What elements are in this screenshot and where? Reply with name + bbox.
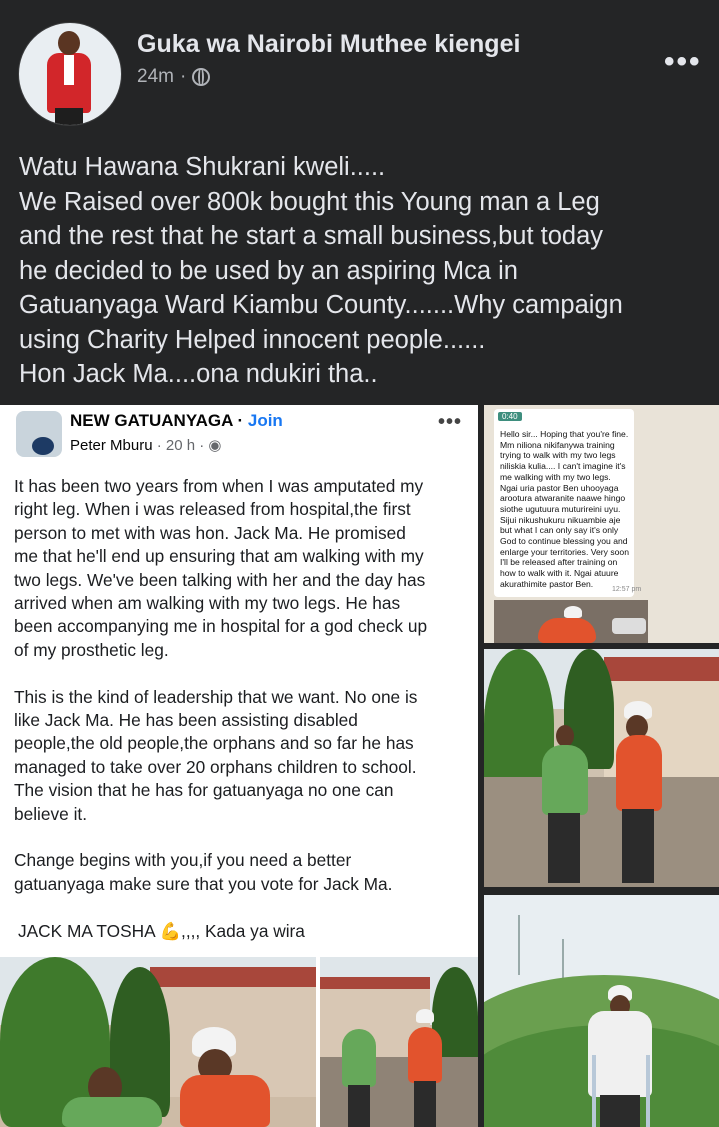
- message-line: God to continue blessing you and: [500, 536, 628, 547]
- post-text-line: he decided to be used by an aspiring Mca…: [19, 256, 518, 285]
- post-meta: 24m ·: [137, 66, 211, 88]
- body-line: two legs. We've been talking with her an…: [14, 569, 426, 590]
- message-photo: [494, 600, 648, 643]
- message-line: how to walk with it. Ngai atuure: [500, 568, 619, 579]
- message-line: me walking with my two legs.: [500, 471, 611, 482]
- white-jacket: [588, 1011, 652, 1097]
- post-text: Watu Hawana Shukrani kweli..... We Raise…: [19, 150, 709, 392]
- screenshot-time: · 20 h ·: [152, 437, 209, 454]
- message-line: siothe ugutuura muturireini uyu.: [500, 503, 621, 514]
- screenshot-author: Peter Mburu: [70, 437, 153, 454]
- post-text-line: using Charity Helped innocent people....…: [19, 325, 486, 354]
- photo-handshake-wide: [320, 957, 478, 1127]
- body-line: people,the old people,the orphans and so…: [14, 733, 414, 754]
- message-line: Hello sir... Hoping that you're fine.: [500, 429, 629, 439]
- message-line: Ngai uria pastor Ben uhooyaga: [500, 482, 619, 493]
- message-text: Hello sir... Hoping that you're fine. Mm…: [500, 429, 650, 590]
- body-line: managed to take over 20 orphans children…: [14, 756, 417, 777]
- screenshot-author-line: Peter Mburu · 20 h · ◉: [70, 436, 222, 454]
- post-text-line: Watu Hawana Shukrani kweli.....: [19, 153, 386, 181]
- photo-handshake-courtyard[interactable]: [484, 649, 719, 887]
- screenshot-header: NEW GATUANYAGA · Join Peter Mburu · 20 h…: [0, 405, 478, 461]
- photo-grid: NEW GATUANYAGA · Join Peter Mburu · 20 h…: [0, 405, 719, 1127]
- body-line: right leg. When i was released from hosp…: [14, 499, 411, 520]
- post-text-line: Gatuanyaga Ward Kiambu County.......Why …: [19, 291, 623, 319]
- meta-separator: ·: [179, 66, 187, 87]
- message-line: but what I can only say it's only: [500, 525, 619, 536]
- message-line: arootura atwaranite naawe hingo: [500, 493, 626, 504]
- screenshot-body: It has been two years from when I was am…: [14, 475, 474, 943]
- body-line: The vision that he has for gatuanyaga no…: [14, 780, 394, 801]
- group-name: NEW GATUANYAGA: [70, 411, 233, 430]
- body-line: Change begins with you,if you need a bet…: [14, 850, 352, 871]
- message-time: 12:57 pm: [612, 586, 642, 593]
- body-line: been accompanying me in hospital for a g…: [14, 616, 428, 637]
- screenshot-more-icon: •••: [438, 411, 463, 433]
- body-tagline: JACK MA TOSHA 💪,,,, Kada ya wira: [18, 920, 305, 941]
- author-name[interactable]: Guka wa Nairobi Muthee kiengei: [137, 30, 520, 59]
- join-link: Join: [247, 411, 283, 430]
- post-time[interactable]: 24m: [137, 66, 174, 88]
- message-line: Mm niliona nikifanywa training: [500, 439, 615, 450]
- post-text-line: We Raised over 800k bought this Young ma…: [19, 187, 600, 216]
- more-options-icon[interactable]: •••: [664, 47, 702, 77]
- message-line: Sijui nikushukuru nikuambie aje: [500, 514, 621, 525]
- globe-icon[interactable]: [192, 68, 211, 86]
- group-avatar: [16, 411, 62, 457]
- group-name-line: NEW GATUANYAGA · Join: [70, 411, 283, 431]
- body-line: person to met with was hon. Jack Ma. He …: [14, 522, 406, 543]
- message-line: niliskia kulia.... I can't imagine it's: [500, 461, 626, 472]
- small-globe-icon: ◉: [208, 437, 222, 454]
- screenshot-photos: [0, 957, 478, 1127]
- body-line: of my prosthetic leg.: [14, 639, 169, 660]
- message-line: trying to walk with my two legs: [500, 450, 616, 461]
- post-header: Guka wa Nairobi Muthee kiengei 24m · •••: [0, 0, 719, 140]
- message-header: 0:40: [498, 412, 522, 421]
- whatsapp-screenshot-image[interactable]: 0:40 Hello sir... Hoping that you're fin…: [484, 405, 719, 643]
- body-line: This is the kind of leadership that we w…: [14, 686, 418, 707]
- photo-handshake-closeup: [0, 957, 316, 1127]
- message-line: I'll be released after training on: [500, 557, 618, 568]
- post-text-line: Hon Jack Ma....ona ndukiri tha..: [19, 360, 378, 388]
- shared-screenshot-image[interactable]: NEW GATUANYAGA · Join Peter Mburu · 20 h…: [0, 405, 478, 1127]
- body-line: believe it.: [14, 803, 88, 824]
- body-line: like Jack Ma. He has been assisting disa…: [14, 710, 358, 731]
- body-line: It has been two years from when I was am…: [14, 476, 424, 496]
- body-line: me that he'll end up ensuring that am wa…: [14, 546, 424, 567]
- author-avatar[interactable]: [18, 22, 122, 126]
- post-text-line: and the rest that he start a small busin…: [19, 222, 603, 250]
- body-line: gatuanyaga make sure that you vote for J…: [14, 873, 393, 894]
- message-line: enlarge your territories. Very soon: [500, 546, 629, 557]
- body-line: arrived when am walking with my two legs…: [14, 593, 401, 614]
- group-separator: ·: [232, 411, 248, 430]
- photo-walking-crutches[interactable]: [484, 895, 719, 1127]
